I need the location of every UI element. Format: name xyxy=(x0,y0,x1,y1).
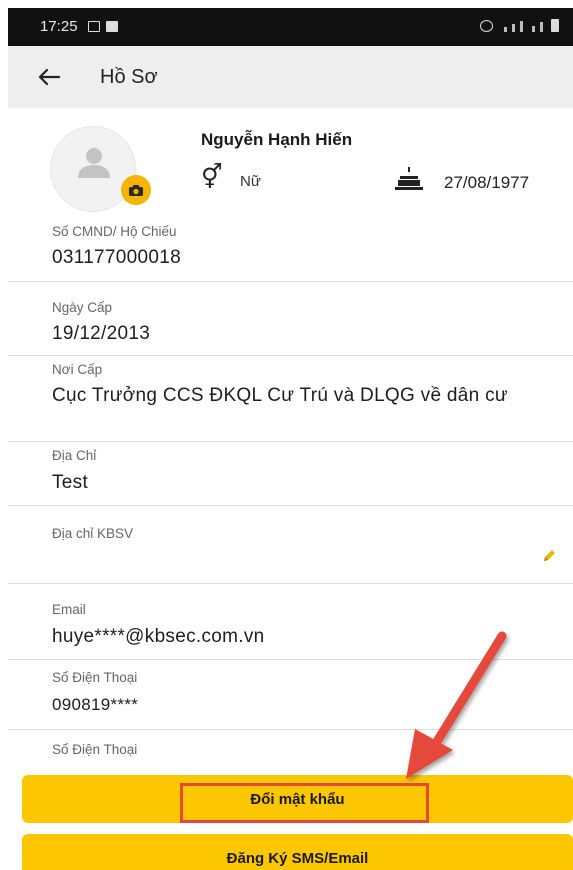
field-email: Email huye****@kbsec.com.vn xyxy=(8,584,573,660)
field-label: Email xyxy=(52,602,86,617)
field-id-number: Số CMND/ Hộ Chiếu 031177000018 xyxy=(8,210,573,282)
field-value: Cục Trưởng CCS ĐKQL Cư Trú và DLQG về dâ… xyxy=(52,385,508,406)
arrow-left-icon[interactable] xyxy=(34,62,64,92)
field-value: huye****@kbsec.com.vn xyxy=(52,626,265,647)
field-label: Số Điện Thoại xyxy=(52,670,138,685)
register-sms-email-button[interactable]: Đăng Ký SMS/Email xyxy=(22,834,573,870)
birthday-value: 27/08/1977 xyxy=(444,173,530,192)
signal-bar-icon xyxy=(512,24,515,32)
message-icon xyxy=(106,21,118,32)
field-phone-2: Số Điện Thoại xyxy=(8,730,573,776)
field-label: Số Điện Thoại xyxy=(52,742,138,757)
battery-icon xyxy=(551,19,559,32)
field-value: 090819**** xyxy=(52,695,139,714)
field-kbsv-address[interactable]: Địa chỉ KBSV xyxy=(8,506,573,584)
field-label: Ngày Cấp xyxy=(52,300,113,315)
person-placeholder-icon xyxy=(78,148,110,178)
gallery-icon xyxy=(88,21,100,32)
signal-bar-icon xyxy=(520,21,523,32)
signal-bar-icon xyxy=(532,26,535,32)
field-phone: Số Điện Thoại 090819**** xyxy=(8,660,573,730)
gender-value: Nữ xyxy=(240,173,261,190)
phone-screen: 17:25 Hồ Sơ Nguyễn Hạnh Hiến ⚥ Nữ 27/08/… xyxy=(8,8,573,870)
system-icons xyxy=(480,19,559,32)
camera-icon[interactable] xyxy=(121,175,151,205)
field-value: Test xyxy=(52,472,89,493)
field-value: 031177000018 xyxy=(52,247,181,268)
field-value: 19/12/2013 xyxy=(52,323,151,344)
user-name: Nguyễn Hạnh Hiến xyxy=(201,130,353,149)
field-label: Nơi Cấp xyxy=(52,362,103,377)
signal-bar-icon xyxy=(540,22,543,32)
field-issue-date: Ngày Cấp 19/12/2013 xyxy=(8,282,573,356)
pencil-icon[interactable] xyxy=(541,548,557,569)
field-label: Số CMND/ Hộ Chiếu xyxy=(52,224,177,239)
change-password-button[interactable]: Đổi mật khẩu xyxy=(22,775,573,823)
status-bar: 17:25 xyxy=(8,8,573,46)
profile-header: Nguyễn Hạnh Hiến ⚥ Nữ 27/08/1977 xyxy=(8,108,573,212)
page-title: Hồ Sơ xyxy=(100,66,158,88)
field-label: Địa Chỉ xyxy=(52,448,97,463)
field-label: Địa chỉ KBSV xyxy=(52,526,134,541)
app-bar: Hồ Sơ xyxy=(8,46,573,108)
status-time: 17:25 xyxy=(40,18,78,35)
notification-icons xyxy=(88,21,118,32)
cake-icon xyxy=(394,166,424,197)
alarm-icon xyxy=(480,20,493,32)
field-issue-place: Nơi Cấp Cục Trưởng CCS ĐKQL Cư Trú và DL… xyxy=(8,356,573,442)
field-address: Địa Chỉ Test xyxy=(8,442,573,506)
signal-bar-icon xyxy=(504,27,507,32)
gender-icon: ⚥ xyxy=(201,164,223,191)
